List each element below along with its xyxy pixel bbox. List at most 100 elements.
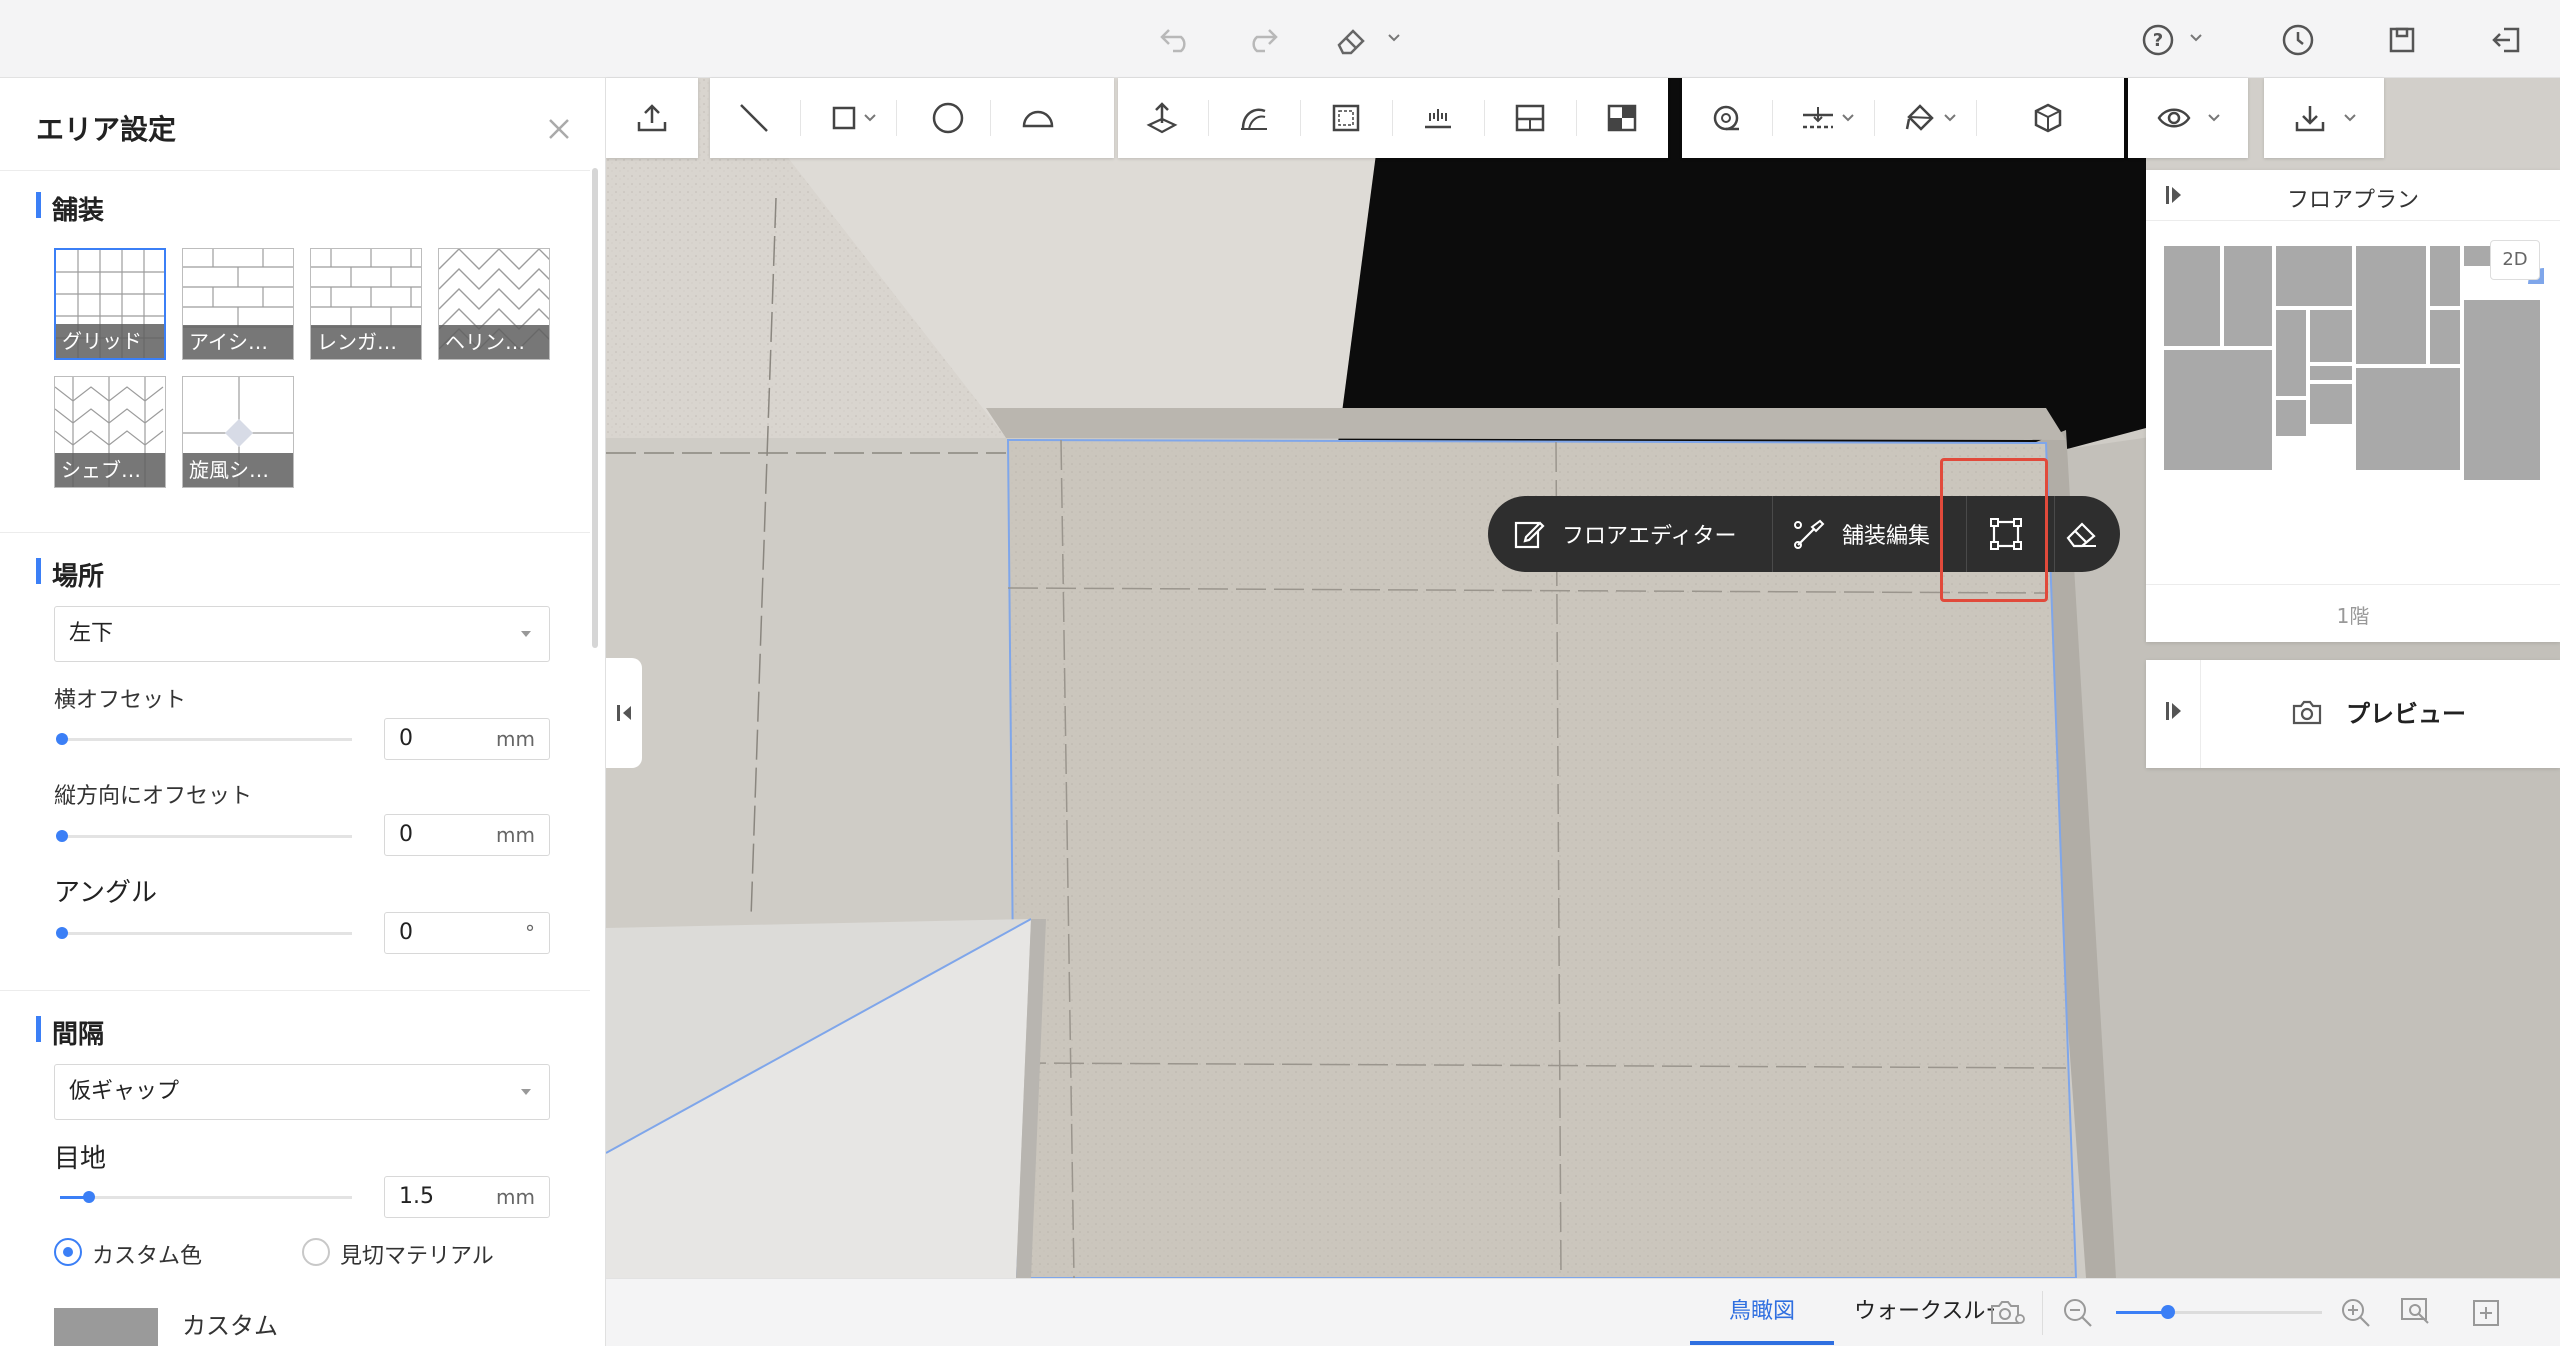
material-radio[interactable] xyxy=(302,1238,330,1266)
tab-birdseye[interactable]: 鳥瞰図 xyxy=(1690,1279,1834,1345)
floorplan-panel: フロアプラン 2D 1階 xyxy=(2146,170,2560,642)
angle-value: 0 xyxy=(399,920,413,945)
camera-settings-icon[interactable] xyxy=(1988,1297,2028,1329)
floor-editor-button[interactable]: フロアエディター xyxy=(1512,496,1736,572)
spacing-section-title: 間隔 xyxy=(36,1014,104,1051)
line-tool-icon[interactable] xyxy=(732,96,776,140)
gap-type-select[interactable]: 仮ギャップ xyxy=(54,1064,550,1120)
panel-title: エリア設定 xyxy=(36,113,177,146)
unit-label: mm xyxy=(496,727,535,751)
download-icon[interactable] xyxy=(2288,96,2332,140)
extrude-icon[interactable] xyxy=(1140,96,1184,140)
split-panel-icon[interactable] xyxy=(1508,96,1552,140)
joint-label: 目地 xyxy=(54,1144,107,1174)
zoom-fit-icon[interactable] xyxy=(2398,1295,2434,1331)
expand-panel-icon[interactable] xyxy=(2164,700,2188,728)
pattern-grid-tile[interactable]: グリッド xyxy=(54,248,166,360)
close-icon[interactable] xyxy=(540,110,578,148)
h-offset-input[interactable]: 0 mm xyxy=(384,718,550,760)
swatch-label: カスタム xyxy=(182,1312,278,1340)
area-settings-panel: エリア設定 舗装 グリッド アイシ… レンガ… ヘリン… シェブ… 旋風シ… 場… xyxy=(0,78,606,1346)
top-bar: ? xyxy=(0,0,2560,78)
2d-toggle-button[interactable]: 2D xyxy=(2490,240,2540,280)
exit-icon[interactable] xyxy=(2484,18,2528,62)
eye-icon[interactable] xyxy=(2152,96,2196,140)
collapse-panel-tab[interactable] xyxy=(606,658,642,768)
chevron-down-icon[interactable] xyxy=(2202,96,2226,140)
pattern-label: アイシ… xyxy=(183,325,293,359)
paving-edit-label: 舗装編集 xyxy=(1842,524,1931,549)
angle-label: アングル xyxy=(54,878,157,908)
paving-section-title: 舗装 xyxy=(36,190,104,227)
pattern-herringbone-tile[interactable]: ヘリン… xyxy=(438,248,550,360)
v-offset-slider[interactable] xyxy=(56,830,352,842)
pattern-whirl-tile[interactable]: 旋風シ… xyxy=(182,376,294,488)
toolbar-group-draw xyxy=(710,78,1114,158)
h-offset-slider[interactable] xyxy=(56,733,352,745)
joint-value: 1.5 xyxy=(399,1184,434,1209)
chevron-down-icon[interactable] xyxy=(2338,96,2362,140)
color-swatch[interactable] xyxy=(54,1308,158,1346)
tab-walkthrough[interactable]: ウォークスルー xyxy=(1854,1279,1994,1345)
zoom-out-icon[interactable] xyxy=(2060,1295,2096,1331)
joint-slider[interactable] xyxy=(60,1191,352,1203)
pattern-label: レンガ… xyxy=(311,325,421,359)
chevron-down-icon[interactable] xyxy=(858,96,882,140)
pattern-label: 旋風シ… xyxy=(183,453,293,487)
light-strip-icon[interactable] xyxy=(1416,96,1460,140)
angle-input[interactable]: 0 ° xyxy=(384,912,550,954)
unit-label: mm xyxy=(496,823,535,847)
upload-icon[interactable] xyxy=(630,96,674,140)
custom-color-label: カスタム色 xyxy=(92,1244,203,1269)
pattern-chevron-tile[interactable]: シェブ… xyxy=(54,376,166,488)
history-icon[interactable] xyxy=(2276,18,2320,62)
bottom-bar: 鳥瞰図 ウォークスルー xyxy=(606,1278,2560,1346)
arc-tool-icon[interactable] xyxy=(1016,96,1060,140)
eraser-icon xyxy=(2066,522,2096,548)
unit-label: ° xyxy=(525,921,535,945)
chevron-down-icon[interactable] xyxy=(2186,28,2206,48)
cube-icon[interactable] xyxy=(2026,96,2070,140)
floor-label[interactable]: 1階 xyxy=(2146,600,2560,629)
custom-color-radio[interactable] xyxy=(54,1238,82,1266)
gap-type-value: 仮ギャップ xyxy=(69,1079,180,1104)
eraser-icon[interactable] xyxy=(1330,18,1374,62)
eraser-button[interactable] xyxy=(2064,496,2100,572)
toolbar-group-import xyxy=(606,78,698,158)
pattern-label: グリッド xyxy=(56,324,164,358)
save-icon[interactable] xyxy=(2380,18,2424,62)
toolbar-group-export xyxy=(2264,78,2384,158)
zoom-slider[interactable] xyxy=(2116,1305,2322,1319)
redo-icon[interactable] xyxy=(1240,18,1284,62)
undo-icon[interactable] xyxy=(1154,18,1198,62)
sweep-icon[interactable] xyxy=(1232,96,1276,140)
angle-slider[interactable] xyxy=(56,927,352,939)
layout-icon[interactable] xyxy=(1600,96,1644,140)
toolbar-group-edit xyxy=(1118,78,1668,158)
paving-edit-button[interactable]: 舗装編集 xyxy=(1792,496,1930,572)
joint-input[interactable]: 1.5 mm xyxy=(384,1176,550,1218)
chevron-down-icon[interactable] xyxy=(1938,96,1962,140)
measure-icon[interactable] xyxy=(1704,96,1748,140)
floorplan-title: フロアプラン xyxy=(2286,188,2419,213)
help-icon[interactable]: ? xyxy=(2136,18,2180,62)
v-offset-input[interactable]: 0 mm xyxy=(384,814,550,856)
chevron-down-icon[interactable] xyxy=(1384,28,1404,48)
h-offset-label: 横オフセット xyxy=(54,688,187,713)
floor-editor-label: フロアエディター xyxy=(1562,524,1737,549)
svg-text:?: ? xyxy=(2153,30,2163,51)
anchor-select[interactable]: 左下 xyxy=(54,606,550,662)
pattern-ashlar-tile[interactable]: アイシ… xyxy=(182,248,294,360)
select-area-icon[interactable] xyxy=(1324,96,1368,140)
align-icon[interactable] xyxy=(1796,96,1840,140)
zoom-in-icon[interactable] xyxy=(2338,1295,2374,1331)
highlight-box xyxy=(1940,458,2048,602)
chevron-down-icon[interactable] xyxy=(1836,96,1860,140)
preview-button[interactable]: プレビュー xyxy=(2290,694,2466,729)
pattern-brick-tile[interactable]: レンガ… xyxy=(310,248,422,360)
toolbar-group-visibility xyxy=(2128,78,2248,158)
scrollbar[interactable] xyxy=(592,168,598,648)
circle-tool-icon[interactable] xyxy=(926,96,970,140)
paint-bucket-icon[interactable] xyxy=(1898,96,1942,140)
fullscreen-icon[interactable] xyxy=(2468,1295,2504,1331)
